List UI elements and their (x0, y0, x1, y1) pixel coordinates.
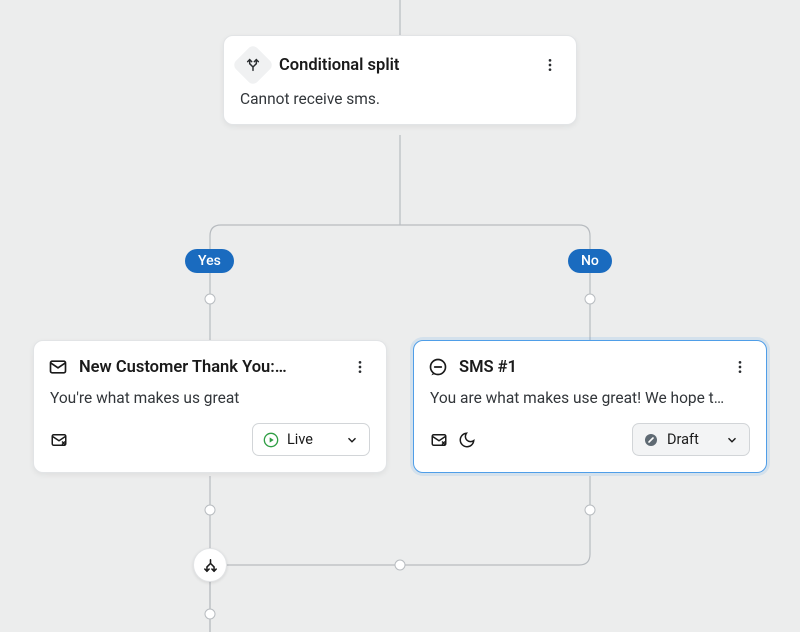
status-label: Live (287, 431, 313, 448)
mail-icon (48, 357, 68, 377)
status-dropdown[interactable]: Draft (632, 423, 750, 456)
sms-title: SMS #1 (459, 358, 717, 377)
branch-label-yes: Yes (185, 249, 234, 273)
chevron-down-icon (725, 433, 739, 447)
more-button[interactable] (348, 355, 372, 379)
email-body: You're what makes us great (34, 385, 386, 423)
sms-body: You are what makes use great! We hope t… (414, 385, 766, 423)
status-dropdown[interactable]: Live (252, 423, 370, 456)
smart-send-icon (430, 431, 448, 449)
email-title: New Customer Thank You:… (79, 358, 337, 377)
branch-label-no: No (568, 249, 612, 273)
more-button[interactable] (538, 53, 562, 77)
email-node[interactable]: New Customer Thank You:… You're what mak… (33, 340, 387, 473)
live-status-icon (263, 432, 279, 448)
merge-node[interactable] (193, 548, 227, 582)
smart-send-icon (50, 431, 68, 449)
chevron-down-icon (345, 433, 359, 447)
quiet-hours-icon (458, 431, 476, 449)
split-condition: Cannot receive sms. (224, 86, 576, 124)
status-label: Draft (667, 431, 699, 448)
draft-status-icon (643, 432, 659, 448)
split-title: Conditional split (279, 56, 527, 75)
sms-icon (428, 357, 448, 377)
split-icon (232, 44, 274, 86)
sms-node[interactable]: SMS #1 You are what makes use great! We … (413, 340, 767, 473)
conditional-split-node[interactable]: Conditional split Cannot receive sms. (223, 35, 577, 125)
more-button[interactable] (728, 355, 752, 379)
